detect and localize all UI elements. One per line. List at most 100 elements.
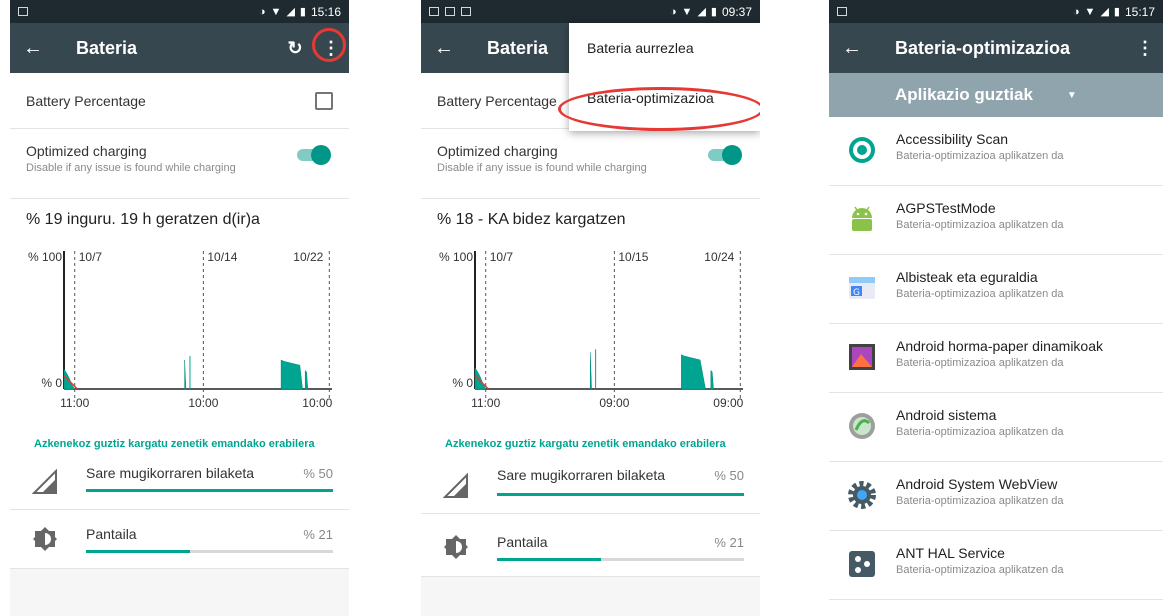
chart-date-label: 10/7	[79, 250, 103, 264]
app-name: Accessibility Scan	[896, 131, 1009, 147]
chart-date-label: 10/14	[207, 250, 237, 264]
optimized-charging-row[interactable]: Optimized charging Disable if any issue …	[421, 129, 760, 199]
battery-percentage-label: Battery Percentage	[26, 92, 146, 109]
battery-icon: ▮	[299, 6, 306, 18]
notification-icon	[18, 7, 28, 16]
list-item[interactable]: Android sistema Bateria-optimizazioa apl…	[829, 393, 1163, 462]
usage-bar	[86, 489, 333, 492]
list-item[interactable]: Android horma-paper dinamikoak Bateria-o…	[829, 324, 1163, 393]
chart-series-area	[280, 359, 303, 390]
list-item[interactable]: Android System WebView Bateria-optimizaz…	[829, 462, 1163, 531]
wifi-icon: ▼	[270, 5, 282, 18]
optimized-charging-title: Optimized charging	[26, 143, 147, 159]
usage-bar	[497, 493, 744, 496]
status-bar: ◑ ▼ ◢ ▮ 15:16	[10, 0, 349, 23]
chart-y-label: % 100	[439, 250, 473, 264]
battery-icon: ▮	[710, 6, 717, 18]
list-item[interactable]: AGPSTestMode Bateria-optimizazioa aplika…	[829, 186, 1163, 255]
arrow-left-icon[interactable]: ←	[829, 37, 875, 60]
news-weather-icon: G	[849, 277, 875, 299]
list-item[interactable]: ANT HAL Service Bateria-optimizazioa apl…	[829, 531, 1163, 600]
screen-battery: ◑ ▼ ◢ ▮ 15:16 ← Bateria ↻ ⋮ Battery Perc…	[10, 0, 349, 616]
app-name: ANT HAL Service	[896, 545, 1005, 561]
battery-percentage-row[interactable]: Battery Percentage	[10, 73, 349, 129]
list-item[interactable]: Accessibility Scan Bateria-optimizazioa …	[829, 117, 1163, 186]
chart-x-tick: 11:00	[60, 396, 89, 410]
usage-bar	[497, 558, 744, 561]
battery-headline: % 19 inguru. 19 h geratzen d(ir)a	[10, 199, 349, 229]
chart-x-tick: 10:00	[302, 396, 332, 410]
usage-label: Pantaila	[497, 534, 548, 550]
brightness-icon	[33, 527, 57, 551]
usage-row[interactable]: Pantaila % 21	[10, 510, 349, 569]
page-title: Bateria	[487, 37, 549, 58]
signal-icon: ◢	[286, 6, 295, 18]
status-time: 09:37	[721, 4, 752, 19]
refresh-icon[interactable]: ↻	[277, 38, 313, 59]
optimized-charging-subtitle: Disable if any issue is found while char…	[26, 162, 236, 174]
usage-row[interactable]: Pantaila % 21	[421, 514, 760, 577]
app-status: Bateria-optimizazioa aplikatzen da	[896, 357, 1064, 369]
notification-icon	[837, 7, 847, 16]
chart-y-label: % 100	[28, 250, 62, 264]
chart-x-tick: 09:00	[599, 396, 629, 410]
dropdown-arrow-icon: ▼	[1066, 89, 1077, 101]
app-name: AGPSTestMode	[896, 200, 996, 216]
list-item[interactable]: G Albisteak eta eguraldia Bateria-optimi…	[829, 255, 1163, 324]
battery-chart-svg: % 100 % 0 10/7 10/15 10/24 11:00 09:00 09:00	[439, 250, 744, 410]
arrow-left-icon[interactable]: ←	[10, 37, 56, 60]
chart-series-area	[304, 369, 309, 390]
live-wallpaper-icon	[849, 344, 875, 370]
optimized-charging-subtitle: Disable if any issue is found while char…	[437, 162, 647, 174]
usage-label: Pantaila	[86, 526, 137, 542]
optimized-charging-title: Optimized charging	[437, 143, 558, 159]
usage-percent: % 50	[303, 466, 333, 481]
cell-signal-icon	[443, 473, 468, 498]
chart-series-area	[184, 359, 187, 390]
app-status: Bateria-optimizazioa aplikatzen da	[896, 564, 1064, 576]
chart-x-tick: 11:00	[471, 396, 500, 410]
cell-signal-icon	[32, 469, 57, 494]
arrow-left-icon[interactable]: ←	[421, 37, 467, 60]
optimized-charging-row[interactable]: Optimized charging Disable if any issue …	[10, 129, 349, 199]
app-status: Bateria-optimizazioa aplikatzen da	[896, 150, 1064, 162]
optimized-charging-switch[interactable]	[708, 145, 742, 165]
battery-chart: % 100 % 0 10/7 10/15 10/24 11:00 09:00 09:00	[421, 229, 760, 434]
menu-item-battery-saver[interactable]: Bateria aurrezlea	[569, 23, 760, 73]
screen-battery-menu: ◑ ▼ ◢ ▮ 09:37 ← Bateria Battery Percenta…	[421, 0, 760, 616]
usage-row[interactable]: Sare mugikorraren bilaketa % 50	[421, 451, 760, 514]
battery-percentage-checkbox[interactable]	[315, 91, 333, 110]
usage-label: Sare mugikorraren bilaketa	[497, 467, 666, 483]
chart-x-tick: 09:00	[713, 396, 743, 410]
vibrate-icon: ◑	[669, 5, 677, 18]
brightness-icon	[444, 535, 468, 559]
battery-icon: ▮	[1113, 6, 1120, 18]
usage-percent: % 21	[714, 535, 744, 550]
status-bar: ◑ ▼ ◢ ▮ 09:37	[421, 0, 760, 23]
optimized-charging-switch[interactable]	[297, 145, 331, 165]
usage-row[interactable]: Sare mugikorraren bilaketa % 50	[10, 451, 349, 510]
filter-spinner[interactable]: Aplikazio guztiak ▼	[829, 73, 1163, 117]
filter-selected: Aplikazio guztiak	[895, 85, 1033, 104]
android-system-icon	[849, 413, 875, 439]
since-charge-label: Azkenekoz guztiz kargatu zenetik emandak…	[10, 434, 349, 451]
camera-icon	[461, 7, 471, 16]
webview-gear-icon	[848, 481, 876, 509]
screen-battery-optimization: ◑ ▼ ◢ ▮ 15:17 ← Bateria-optimizazioa ⋮ A…	[829, 0, 1163, 616]
app-name: Android sistema	[896, 407, 997, 423]
chart-x-tick: 10:00	[188, 396, 218, 410]
android-robot-icon	[852, 206, 872, 231]
app-status: Bateria-optimizazioa aplikatzen da	[896, 219, 1064, 231]
chart-series-area	[710, 369, 714, 390]
app-status: Bateria-optimizazioa aplikatzen da	[896, 495, 1064, 507]
highlight-circle	[312, 28, 346, 62]
chart-series-area	[474, 367, 487, 390]
usage-bar	[86, 550, 333, 553]
status-time: 15:16	[310, 4, 341, 19]
chart-series-area	[681, 354, 706, 390]
vibrate-icon: ◑	[258, 5, 266, 18]
more-vert-icon[interactable]: ⋮	[1127, 38, 1163, 59]
chart-series-area	[589, 352, 592, 390]
notification-icon	[429, 7, 439, 16]
highlight-oval	[558, 87, 760, 131]
